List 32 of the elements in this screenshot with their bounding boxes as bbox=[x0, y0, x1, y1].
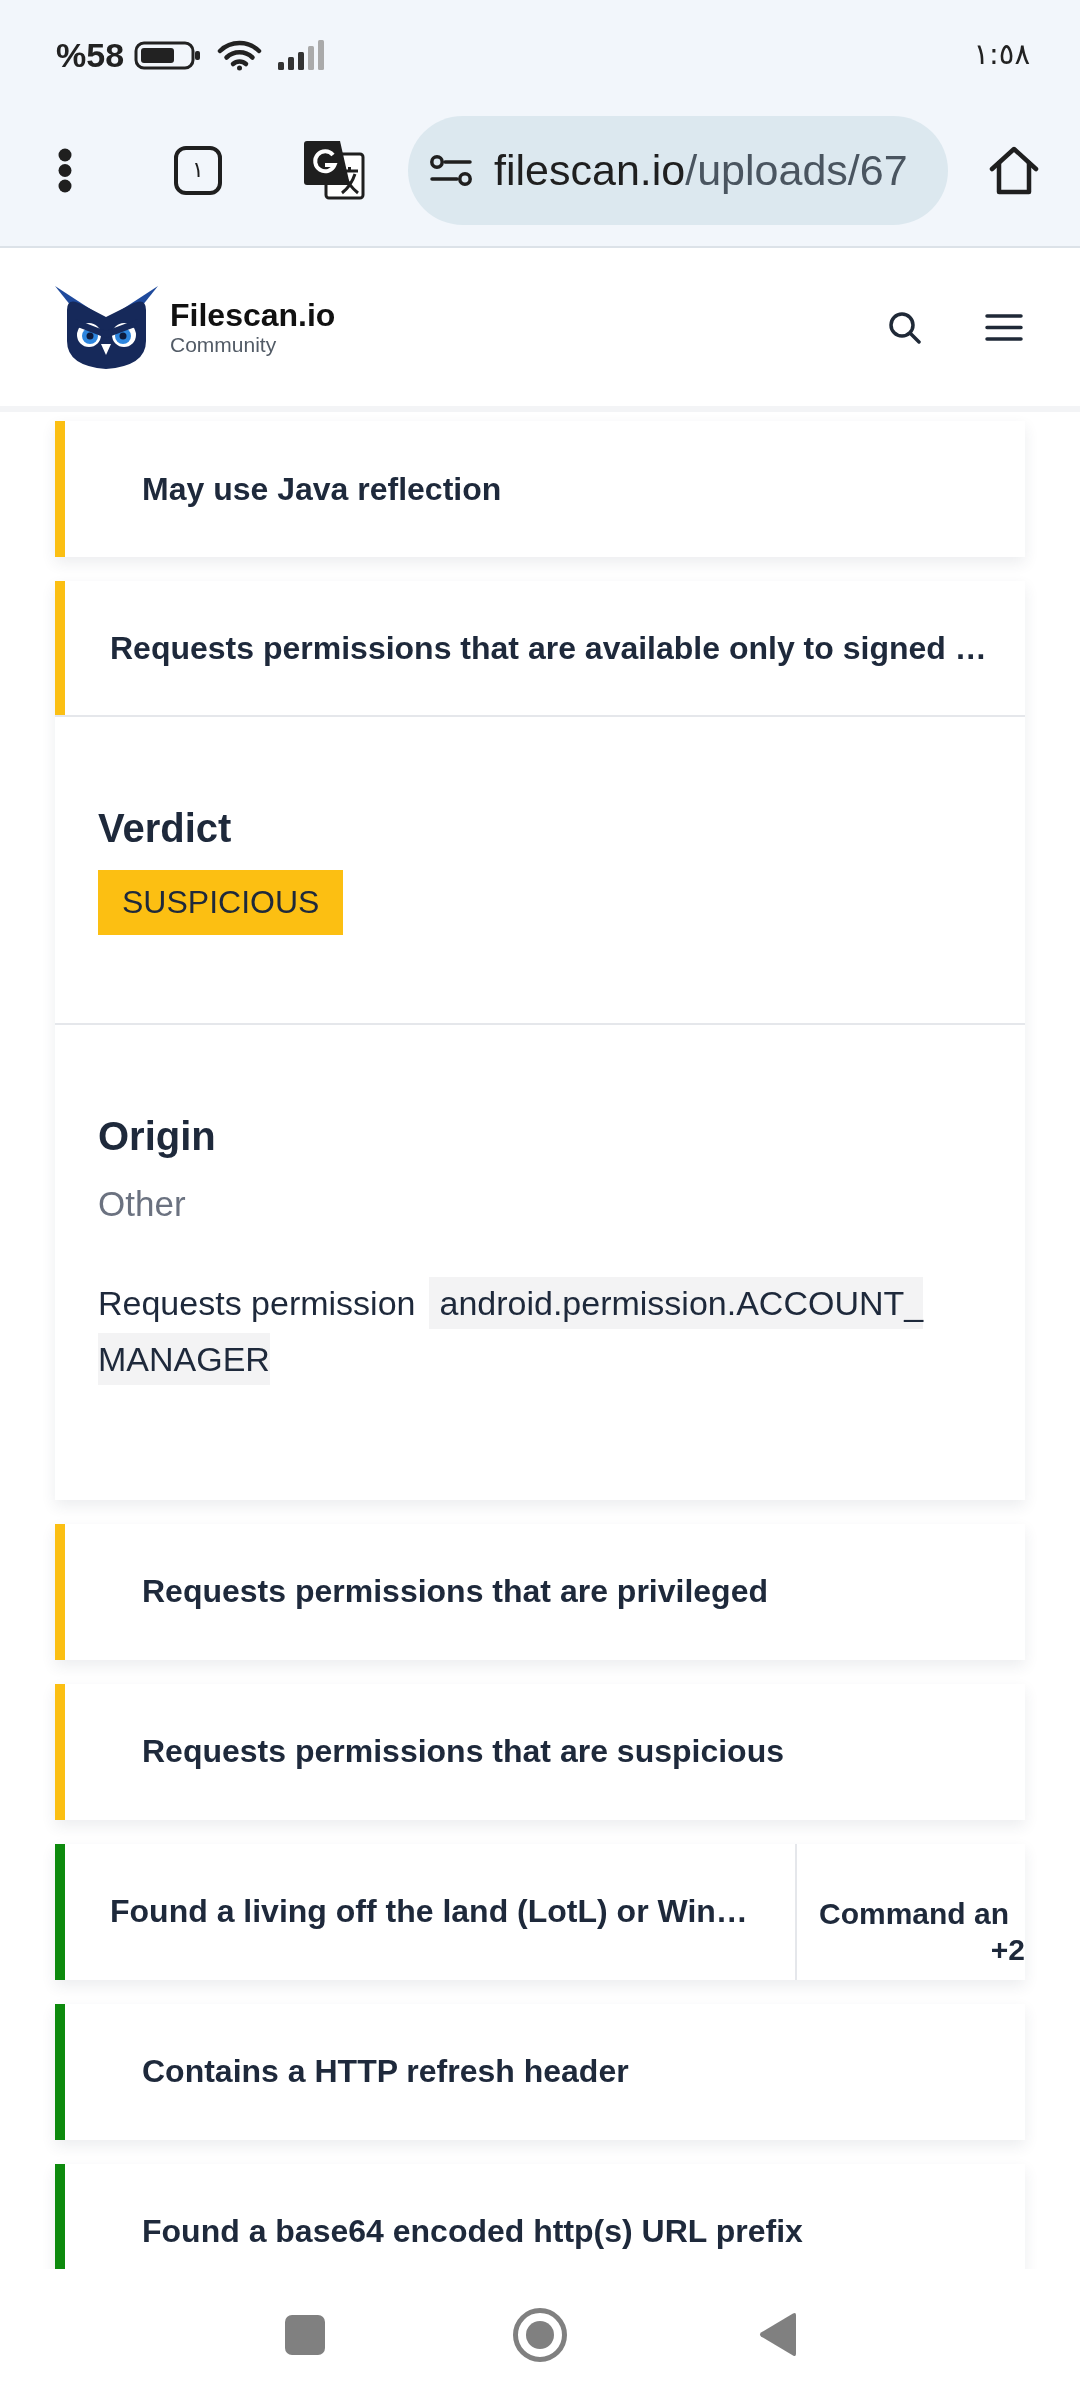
translate-icon[interactable] bbox=[304, 140, 365, 200]
finding-title[interactable]: Contains a HTTP refresh header bbox=[142, 2052, 629, 2091]
back-triangle-icon[interactable] bbox=[758, 2312, 796, 2357]
recents-square-icon[interactable] bbox=[284, 2314, 325, 2355]
section-heading: Verdict bbox=[98, 805, 232, 852]
menu-icon[interactable] bbox=[985, 312, 1023, 342]
address-bar[interactable]: filescan.io/uploads/67 bbox=[408, 115, 948, 225]
more-count[interactable]: +2 bbox=[990, 1931, 1025, 1968]
edition-label: Community bbox=[170, 333, 277, 357]
finding-title[interactable]: Requests permissions that are privileged bbox=[142, 1572, 768, 1611]
finding-title[interactable]: Found a living off the land (LotL) or Win… bbox=[110, 1892, 748, 1931]
verdict-badge: SUSPICIOUS bbox=[98, 870, 344, 935]
origin-value: Other bbox=[98, 1183, 186, 1225]
sliders-icon[interactable] bbox=[430, 154, 472, 186]
signal-icon bbox=[278, 40, 326, 70]
battery-percent: %58 bbox=[56, 38, 125, 72]
finding-title[interactable]: Found a base64 encoded http(s) URL prefix bbox=[142, 2212, 803, 2251]
finding-title[interactable]: Requests permissions that are suspicious bbox=[142, 1732, 784, 1771]
owl-logo-icon[interactable] bbox=[55, 285, 158, 369]
brand-name[interactable]: Filescan.io bbox=[170, 297, 336, 334]
finding-title[interactable]: Requests permissions that are available only to signed … bbox=[110, 628, 987, 668]
battery-icon bbox=[134, 40, 202, 70]
vertical-dots-icon[interactable] bbox=[58, 147, 72, 193]
finding-title[interactable]: May use Java reflection bbox=[142, 469, 502, 509]
clock-time: ١:٥٨ bbox=[973, 36, 1030, 74]
search-icon[interactable] bbox=[888, 310, 921, 344]
home-ring-icon[interactable] bbox=[512, 2307, 567, 2362]
home-icon[interactable] bbox=[989, 145, 1039, 195]
wifi-icon bbox=[217, 39, 263, 71]
tag-label[interactable]: Command an bbox=[819, 1895, 1010, 1932]
section-heading: Origin bbox=[98, 1113, 216, 1160]
tab-count-button[interactable]: ١ bbox=[174, 145, 222, 195]
